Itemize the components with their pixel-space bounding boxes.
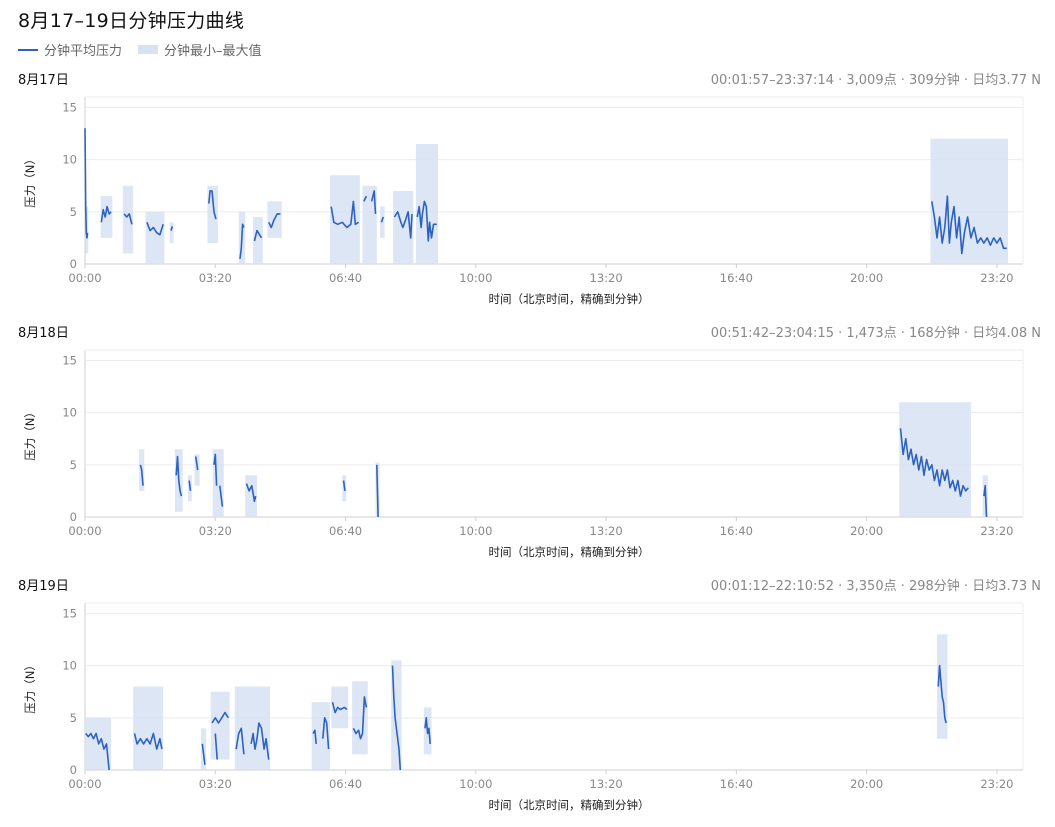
x-tick-label: 13:20 xyxy=(590,777,623,791)
x-tick-label: 10:00 xyxy=(459,271,492,285)
x-tick-label: 00:00 xyxy=(68,271,101,285)
min-max-range-band xyxy=(899,402,971,517)
x-axis-title: 时间（北京时间，精确到分钟） xyxy=(489,798,650,812)
min-max-range-band xyxy=(133,686,164,770)
x-tick-label: 03:20 xyxy=(199,271,232,285)
x-tick-label: 23:20 xyxy=(980,271,1013,285)
legend-line-swatch xyxy=(18,48,38,51)
y-tick-label: 5 xyxy=(70,205,77,219)
y-axis-title: 压力（N） xyxy=(23,406,37,461)
y-tick-label: 0 xyxy=(70,257,77,271)
x-tick-label: 10:00 xyxy=(459,524,492,538)
y-tick-label: 10 xyxy=(62,406,77,420)
x-tick-label: 00:00 xyxy=(68,524,101,538)
x-tick-label: 16:40 xyxy=(720,524,753,538)
legend-item-range[interactable]: 分钟最小–最大值 xyxy=(138,40,262,59)
x-tick-label: 16:40 xyxy=(720,271,753,285)
pressure-chart-day3: 0 5 10 15 00:00 03:20 06:40 10:00 13:20 16:40 20:0… xyxy=(23,602,1024,812)
y-tick-label: 5 xyxy=(70,458,77,472)
min-max-range-band xyxy=(210,691,230,760)
x-tick-label: 13:20 xyxy=(590,271,623,285)
y-axis-title: 压力（N） xyxy=(23,153,37,208)
x-tick-label: 23:20 xyxy=(980,777,1013,791)
x-tick-label: 06:40 xyxy=(329,271,362,285)
min-max-range-band xyxy=(145,211,165,264)
x-tick-label: 16:40 xyxy=(720,777,753,791)
x-tick-label: 00:00 xyxy=(68,777,101,791)
page-title: 8月17–19日分钟压力曲线 xyxy=(18,10,245,32)
min-max-range-band xyxy=(122,185,134,254)
pressure-chart-day2: 0 5 10 15 00:00 03:20 06:40 10:00 13:20 16:40 20:0… xyxy=(23,349,1024,559)
x-tick-label: 06:40 xyxy=(329,777,362,791)
chart-panel-day3: 8月19日 00:01:12–22:10:52 · 3,350点 · 298分钟… xyxy=(0,575,1055,827)
min-max-range-band xyxy=(415,143,439,264)
min-max-range-band xyxy=(930,138,1009,264)
x-axis-title: 时间（北京时间，精确到分钟） xyxy=(489,545,650,559)
x-tick-label: 03:20 xyxy=(199,777,232,791)
x-tick-label: 13:20 xyxy=(590,524,623,538)
pressure-chart-day1: 0 5 10 15 00:00 03:20 06:40 10:00 13:20 16:40 20:0… xyxy=(23,96,1024,306)
min-max-range-band xyxy=(234,686,270,770)
chart-panel-day2: 8月18日 00:51:42–23:04:15 · 1,473点 · 168分钟… xyxy=(0,322,1055,574)
x-tick-label: 03:20 xyxy=(199,524,232,538)
y-tick-label: 0 xyxy=(70,763,77,777)
x-tick-label: 20:00 xyxy=(850,271,883,285)
legend-label-mean: 分钟平均压力 xyxy=(44,44,123,59)
y-axis-title: 压力（N） xyxy=(23,659,37,714)
x-axis-title: 时间（北京时间，精确到分钟） xyxy=(489,292,650,306)
x-tick-label: 20:00 xyxy=(850,524,883,538)
x-tick-label: 20:00 xyxy=(850,777,883,791)
x-tick-label: 10:00 xyxy=(459,777,492,791)
legend-label-range: 分钟最小–最大值 xyxy=(164,44,262,59)
min-max-range-band xyxy=(169,222,174,244)
y-tick-label: 5 xyxy=(70,711,77,725)
chart-panel-day1: 8月17日 00:01:57–23:37:14 · 3,009点 · 309分钟… xyxy=(0,69,1055,321)
legend-item-mean[interactable]: 分钟平均压力 xyxy=(18,40,122,59)
y-tick-label: 10 xyxy=(62,659,77,673)
legend: 分钟平均压力 分钟最小–最大值 xyxy=(18,40,278,59)
legend-band-swatch xyxy=(138,45,159,54)
y-tick-label: 15 xyxy=(62,353,77,367)
min-max-range-band xyxy=(380,206,385,238)
y-tick-label: 15 xyxy=(62,606,77,620)
y-tick-label: 15 xyxy=(62,100,77,114)
x-tick-label: 23:20 xyxy=(980,524,1013,538)
y-tick-label: 10 xyxy=(62,153,77,167)
y-tick-label: 0 xyxy=(70,510,77,524)
x-tick-label: 06:40 xyxy=(329,524,362,538)
min-max-range-band xyxy=(352,681,368,755)
